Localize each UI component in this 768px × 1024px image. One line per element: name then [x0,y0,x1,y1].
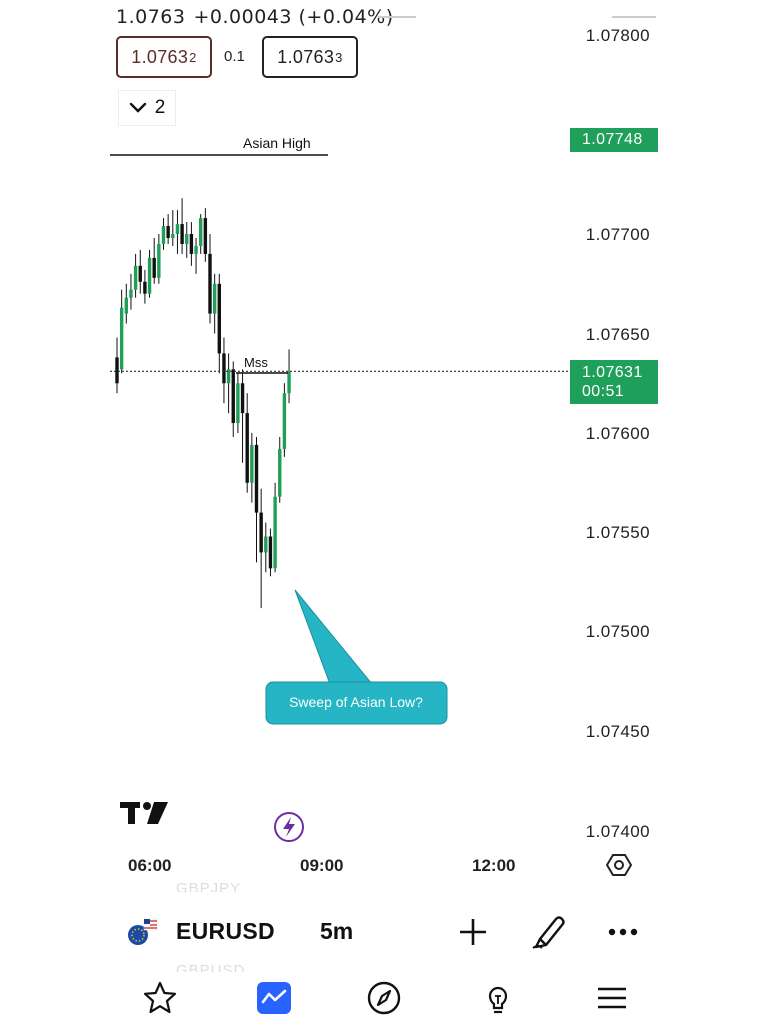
candle-up [273,496,277,569]
candles-group [115,198,291,609]
price-axis-label: 1.07700 [585,225,650,244]
callout-pointer [294,589,374,685]
candle-down [208,253,212,314]
candle-down [245,413,249,483]
mss-label: Mss [244,355,268,370]
price-axis-label: 1.07400 [585,822,650,841]
candle-up [171,234,175,238]
divider [612,16,656,18]
symbol-bar: EURUSD 5m [0,905,768,955]
tradingview-logo [120,802,168,824]
candle-down [268,536,273,569]
price-axis-label: 1.07450 [585,722,650,741]
ghost-symbol: GBPUSD [176,962,246,972]
callout-text: Sweep of Asian Low? [289,694,423,710]
candle-down [152,257,156,278]
candle-down [259,512,263,553]
price-change: +0.00043 (+0.04%) [193,6,394,26]
candle-up [119,307,124,370]
last-price-tag: 1.07631 00:51 [570,360,658,404]
candle-down [203,218,208,254]
divider [378,16,416,18]
time-axis-label: 06:00 [128,856,172,875]
more-options-icon[interactable] [604,917,642,947]
candle-up [199,218,203,246]
candle-down [180,224,184,244]
lightning-icon[interactable] [272,810,306,844]
candle-up [287,371,291,394]
symbol-name[interactable]: EURUSD [176,918,275,945]
candle-down [189,234,194,254]
sell-price: 1.0763 [131,46,189,67]
candle-countdown: 00:51 [582,383,625,400]
sell-button[interactable]: 1.0763 2 [116,36,212,78]
lightbulb-icon[interactable] [478,978,518,1018]
star-icon[interactable] [140,978,180,1018]
time-axis-label: 09:00 [300,856,344,875]
candle-up [282,393,287,449]
menu-icon[interactable] [592,978,632,1018]
price-axis-label: 1.07550 [585,523,650,542]
sell-price-pip: 2 [189,49,197,65]
drawing-pen-icon[interactable] [530,911,568,951]
asian-high-label: Asian High [243,135,311,151]
compass-icon[interactable] [364,978,404,1018]
chart-icon[interactable] [254,978,294,1018]
candle-up [250,444,254,483]
spread-value: 0.1 [224,48,245,65]
chevron-down-icon [129,102,146,113]
candle-up [185,234,189,244]
price-chart[interactable]: Asian High Mss Sweep of Asian Low? [0,0,768,1024]
time-axis-label: 12:00 [472,856,516,875]
hexagon-settings-icon[interactable] [606,852,632,878]
candle-up [212,283,217,314]
bottom-navigation [0,972,768,1024]
header-quote: 1.0763 +0.00043 (+0.04%) [116,2,394,26]
candle-down [240,383,245,414]
last-price-value: 1.07631 [582,364,643,381]
candle-down [166,226,170,238]
asian-high-price: 1.07748 [582,131,643,148]
interval-selector[interactable]: 5m [320,918,353,945]
buy-price: 1.0763 [277,46,335,67]
eur-usd-flag-icon[interactable] [126,917,158,947]
price-axis-label: 1.07600 [585,424,650,443]
candle-up [129,289,133,298]
candle-up [161,226,166,244]
asian-high-price-tag: 1.07748 [570,128,658,152]
candle-up [278,448,282,497]
candle-up [264,536,268,553]
candle-down [254,444,259,513]
candle-down [231,369,235,424]
price-axis-label: 1.07800 [585,26,650,45]
candle-up [147,257,152,294]
buy-price-pip: 3 [335,49,343,65]
indicators-count: 2 [154,97,166,118]
candle-up [194,245,198,254]
candle-up [133,265,138,290]
candle-up [124,297,128,314]
plus-icon[interactable] [456,915,490,949]
indicators-toggle-button[interactable]: 2 [118,90,176,126]
candle-up [175,224,180,234]
price-axis-label: 1.07500 [585,622,650,641]
sweep-callout[interactable]: Sweep of Asian Low? [265,589,448,725]
candle-up [157,243,161,278]
price-axis-label: 1.07650 [585,325,650,344]
candle-down [115,357,119,384]
candle-down [217,283,221,354]
candle-down [222,353,226,384]
ghost-symbol: GBPJPY [176,880,242,892]
candle-down [138,265,142,282]
candle-down [143,281,147,294]
candle-up [236,383,240,424]
buy-button[interactable]: 1.0763 3 [262,36,358,78]
last-price: 1.0763 [116,6,186,26]
